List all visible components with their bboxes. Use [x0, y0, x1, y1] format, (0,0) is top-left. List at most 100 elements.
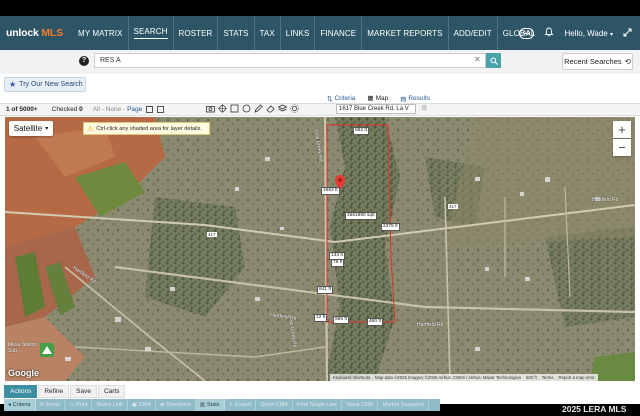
search-button[interactable]	[486, 53, 501, 68]
nav-item-add-edit[interactable]: ADD/EDIT	[447, 16, 497, 50]
zoom-in-button[interactable]: +	[613, 121, 631, 138]
tab-label: Results	[408, 95, 431, 102]
measure-label: 682 ft	[353, 127, 370, 135]
circle-draw-icon[interactable]	[242, 104, 251, 113]
screen-frame: unlock MLS MY MATRIX SEARCH ROSTER STATS…	[0, 0, 640, 416]
bell-icon[interactable]	[544, 27, 555, 39]
nav-item-market-reports[interactable]: MARKET REPORTS	[361, 16, 447, 50]
crosshair-icon[interactable]	[218, 104, 227, 113]
route-badge-b: 417	[448, 204, 458, 209]
star-icon: ★	[9, 80, 17, 89]
result-count-prefix: 1 of	[6, 106, 20, 113]
bottom-tabs: Actions Refine Save Carts	[4, 385, 126, 398]
action-export[interactable]: ⇪ Export	[225, 399, 257, 411]
nav-item-label: FINANCE	[320, 28, 357, 38]
eraser-icon[interactable]	[266, 104, 275, 113]
measure-label: 841 ft	[317, 286, 334, 294]
map-attribution: Keyboard shortcuts Map data ©2026 Imager…	[330, 374, 598, 381]
nav-item-links[interactable]: LINKS	[279, 16, 315, 50]
recent-searches-button[interactable]: Recent Searches ⟲	[562, 53, 633, 70]
action-market-snapshot[interactable]: Market Snapshot	[378, 399, 430, 411]
measure-label: 2379 ft	[381, 223, 400, 231]
measure-label: 2661890 sqft	[345, 212, 377, 220]
search-icon	[490, 57, 498, 65]
header-right: Aa Hello, Wade ▾	[518, 16, 632, 50]
clear-icon[interactable]: ✕	[474, 55, 481, 64]
action-stats[interactable]: ▥ Stats	[195, 399, 225, 411]
brand-logo[interactable]: unlock MLS	[6, 27, 63, 39]
layers-icon[interactable]	[278, 104, 287, 113]
nav-item-label: STATS	[223, 28, 249, 38]
tab-carts[interactable]: Carts	[97, 385, 126, 398]
action-label: Directions	[166, 402, 191, 408]
nav-item-stats[interactable]: STATS	[217, 16, 253, 50]
user-menu[interactable]: Hello, Wade ▾	[564, 29, 613, 38]
report-error-link[interactable]: Report a map error	[558, 375, 594, 380]
action-print[interactable]: ▭ Print	[65, 399, 93, 411]
nav-item-label: SEARCH	[133, 27, 168, 39]
nav-item-roster[interactable]: ROSTER	[172, 16, 218, 50]
try-new-search-button[interactable]: ★ Try Our New Search	[4, 77, 86, 92]
help-icon[interactable]: ?	[79, 56, 89, 66]
action-directions[interactable]: ◈ Directions	[156, 399, 196, 411]
keyboard-shortcuts-link[interactable]: Keyboard shortcuts	[333, 375, 370, 380]
text-size-button[interactable]: Aa	[518, 27, 535, 39]
expand-icon[interactable]	[623, 28, 632, 39]
map-scale[interactable]: 500 ft	[526, 375, 537, 380]
checkbox-multi-icon[interactable]	[157, 106, 165, 113]
select-page-link[interactable]: Page	[127, 106, 142, 113]
email-icon: ✉	[39, 402, 45, 408]
nav-item-finance[interactable]: FINANCE	[314, 16, 361, 50]
tab-save[interactable]: Save	[70, 385, 97, 398]
select-none-link[interactable]: None	[106, 106, 122, 113]
action-label: Quick CMA	[260, 402, 288, 408]
directions-icon: ◈	[160, 402, 165, 408]
main-nav: MY MATRIX SEARCH ROSTER STATS TAX LINKS …	[73, 16, 540, 50]
measure-label: 460 ft	[367, 318, 384, 326]
action-label: Stats	[207, 402, 220, 408]
nav-item-tax[interactable]: TAX	[253, 16, 280, 50]
action-label: Print	[76, 402, 88, 408]
camera-icon[interactable]	[206, 104, 215, 113]
history-icon: ⟲	[624, 57, 631, 66]
action-print-single-line[interactable]: Print Single Line	[293, 399, 342, 411]
action-email[interactable]: ✉ Email	[36, 399, 65, 411]
checkbox-icon[interactable]	[146, 106, 154, 113]
go-icon[interactable]: ⚙	[421, 104, 427, 112]
pencil-icon[interactable]	[254, 104, 263, 113]
road-label-hartfield-right: Hartfield Rd	[592, 197, 619, 203]
map-type-select[interactable]: Satellite ▾	[9, 121, 53, 136]
grid-icon: ▤	[400, 95, 407, 103]
search-input[interactable]: RES A	[94, 53, 486, 68]
measure-label: 1663 ft	[321, 187, 340, 195]
tab-actions[interactable]: Actions	[4, 385, 38, 398]
map-canvas[interactable]: Blue Creek Rd Blue Creek Rd Hartfield Rd…	[5, 117, 635, 381]
measure-label: 665 ft	[333, 316, 350, 324]
action-label: Stack CMA	[345, 402, 374, 408]
nav-item-my-matrix[interactable]: MY MATRIX	[73, 16, 128, 50]
measure-label: 78 ft	[331, 259, 345, 267]
settings-icon[interactable]	[290, 104, 299, 113]
action-share-link[interactable]: Share Link	[92, 399, 128, 411]
action-stack-cma[interactable]: Stack CMA	[342, 399, 379, 411]
square-draw-icon[interactable]	[230, 104, 239, 113]
action-cma[interactable]: ▣ CMA	[128, 399, 157, 411]
action-criteria[interactable]: ◂ Criteria	[4, 399, 36, 411]
export-icon: ⇪	[228, 402, 234, 408]
layer-hint: ⚠ Ctrl-click any shaded area for layer de…	[83, 122, 210, 135]
action-quick-cma[interactable]: Quick CMA	[256, 399, 293, 411]
address-search-input[interactable]: 1617 Blue Creek Rd, La V	[336, 104, 416, 114]
select-links: All - None - Page	[92, 106, 143, 113]
nav-item-search[interactable]: SEARCH	[127, 16, 173, 50]
zoom-out-button[interactable]: −	[613, 139, 631, 156]
nav-item-label: ROSTER	[178, 28, 213, 38]
map-type-label: Satellite	[13, 124, 43, 133]
select-all-link[interactable]: All	[93, 106, 100, 113]
tab-refine[interactable]: Refine	[38, 385, 70, 398]
terms-link[interactable]: Terms	[542, 375, 554, 380]
action-label: Criteria	[12, 402, 31, 408]
stats-icon: ▥	[199, 402, 206, 408]
nav-item-label: ADD/EDIT	[453, 28, 492, 38]
chevron-down-icon: ▾	[45, 126, 49, 132]
cma-icon: ▣	[131, 402, 137, 408]
